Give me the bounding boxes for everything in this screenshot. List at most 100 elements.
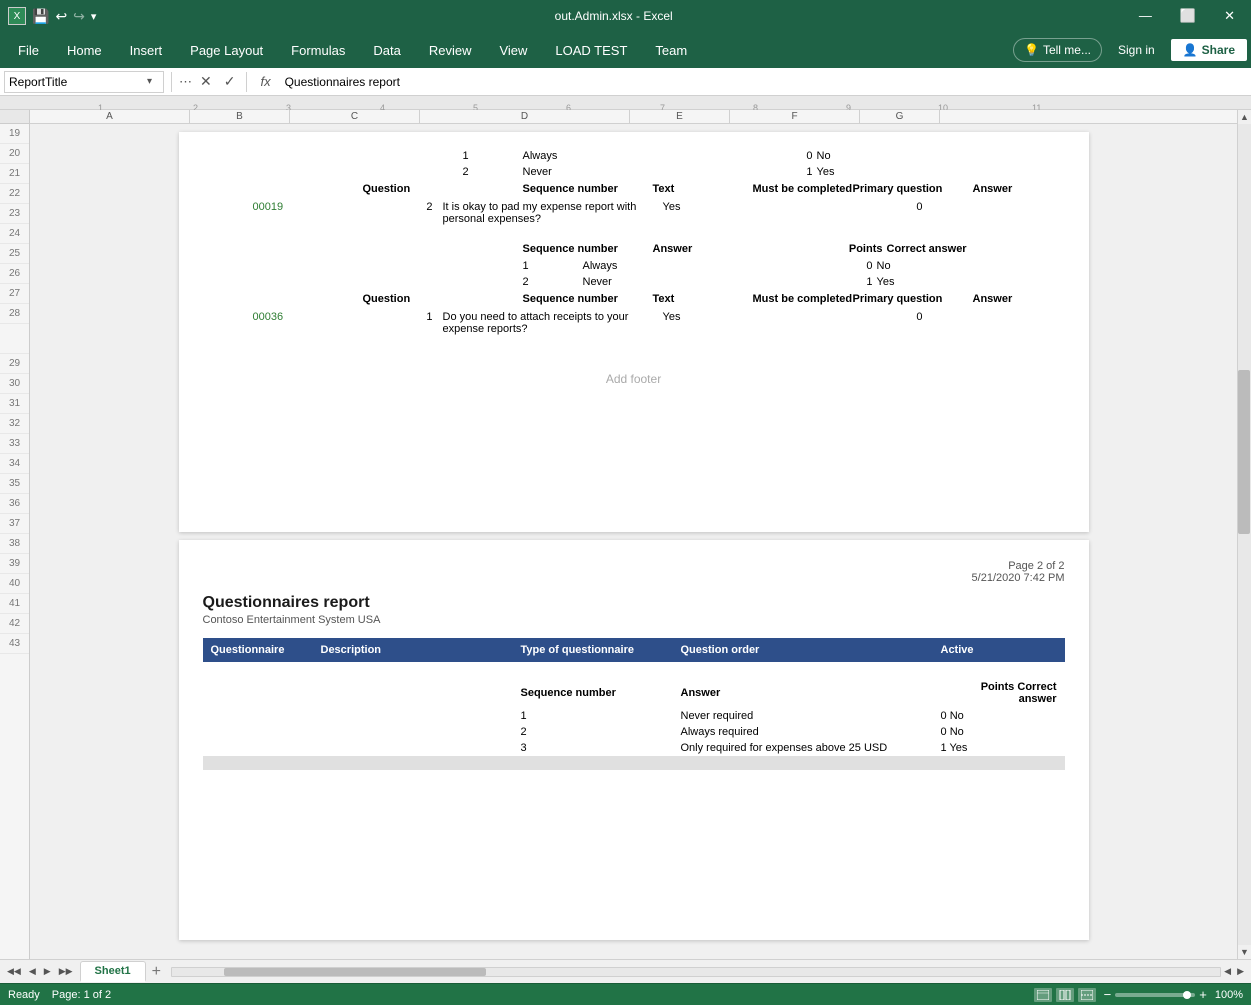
customize-icon[interactable]: ▾ [91, 10, 97, 23]
normal-view-icon[interactable] [1034, 988, 1052, 1002]
sheet-next-btn[interactable]: ▶ [41, 964, 54, 979]
menu-view[interactable]: View [485, 37, 541, 64]
sheet-prev-btn[interactable]: ◀ [26, 964, 39, 979]
lightbulb-icon: 💡 [1024, 43, 1039, 57]
cell-43 [203, 882, 1065, 896]
menu-load-test[interactable]: LOAD TEST [541, 37, 641, 64]
share-button[interactable]: 👤 Share [1171, 39, 1247, 61]
cell-b20 [363, 166, 463, 178]
status-ready: Ready [8, 989, 40, 1001]
scroll-thumb[interactable] [1238, 370, 1250, 534]
data-row-24-header: Sequence number Answer Points Correct an… [203, 240, 1065, 258]
confirm-formula-button[interactable]: ✓ [220, 73, 240, 90]
scroll-left-arrow[interactable]: ◀ [1221, 966, 1234, 977]
report-subtitle: Contoso Entertainment System USA [203, 614, 1065, 626]
th-question-order: Question order [673, 638, 933, 662]
grid-scroll[interactable]: A B C D E F G 1 Always 0 No 2 [30, 110, 1237, 959]
cell-31-a [203, 708, 513, 724]
tell-me-box[interactable]: 💡 Tell me... [1013, 38, 1102, 62]
cell-a21 [203, 183, 363, 195]
zoom-slider-thumb[interactable] [1183, 991, 1191, 999]
zoom-out-button[interactable]: − [1104, 987, 1112, 1002]
vertical-scrollbar[interactable]: ▲ ▼ [1237, 110, 1251, 959]
table-row-42 [203, 868, 1065, 882]
cell-g21: Answer [973, 183, 1033, 195]
sheet-last-btn[interactable]: ▶▶ [56, 964, 76, 979]
sign-in-button[interactable]: Sign in [1110, 39, 1163, 61]
menu-team[interactable]: Team [641, 37, 701, 64]
table-row-40 [203, 840, 1065, 854]
menu-file[interactable]: File [4, 37, 53, 64]
name-box[interactable]: ReportTitle [5, 71, 145, 93]
name-box-dropdown[interactable]: ▾ [147, 76, 152, 87]
row-24: 24 [0, 224, 29, 244]
row-20: 20 [0, 144, 29, 164]
cell-37 [203, 798, 1065, 812]
restore-button[interactable]: ⬜ [1172, 4, 1204, 28]
formula-bar-dots[interactable]: ⋯ [179, 74, 192, 90]
menu-data[interactable]: Data [359, 37, 414, 64]
col-d-header[interactable]: D [420, 110, 630, 123]
scroll-right-arrow[interactable]: ▶ [1234, 966, 1247, 977]
zoom-slider[interactable] [1115, 993, 1195, 997]
sheet-scroll-buttons: ◀◀ ◀ ▶ ▶▶ [0, 964, 80, 979]
col-f-header[interactable]: F [730, 110, 860, 123]
cell-e28: Yes [663, 311, 743, 337]
table-row-41 [203, 854, 1065, 868]
cell-d21: Text [653, 183, 753, 195]
page-info: Page 2 of 2 5/21/2020 7:42 PM [203, 560, 1065, 584]
menu-home[interactable]: Home [53, 37, 116, 64]
formula-bar: ReportTitle ▾ ⋯ ✕ ✓ fx [0, 68, 1251, 96]
table-row-36 [203, 784, 1065, 798]
horizontal-scrollbar[interactable] [171, 967, 1221, 977]
add-footer[interactable]: Add footer [203, 364, 1065, 394]
menu-insert[interactable]: Insert [116, 37, 177, 64]
ruler: 1 2 3 4 5 6 7 8 9 10 11 [0, 96, 1251, 110]
redo-icon[interactable]: ↪ [73, 8, 85, 25]
data-row-26: 2 Never 1 Yes [203, 274, 1065, 290]
menu-review[interactable]: Review [415, 37, 486, 64]
cell-33-a [203, 740, 513, 756]
menu-page-layout[interactable]: Page Layout [176, 37, 277, 64]
cell-c24: Sequence number [523, 243, 653, 255]
cell-d20: Never [523, 166, 733, 178]
zoom-in-button[interactable]: + [1199, 987, 1207, 1002]
table-row-39 [203, 826, 1065, 840]
horizontal-scroll-thumb[interactable] [224, 968, 486, 976]
sheet-tab-sheet1[interactable]: Sheet1 [80, 961, 146, 982]
cell-b22: 00019 [253, 201, 373, 227]
formula-bar-separator-2 [246, 72, 247, 92]
menu-formulas[interactable]: Formulas [277, 37, 359, 64]
cell-d28: Do you need to attach receipts to your e… [443, 311, 663, 337]
col-a-header[interactable]: A [30, 110, 190, 123]
col-g-header[interactable]: G [860, 110, 940, 123]
title-bar-controls: — ⬜ ✕ [1131, 4, 1243, 28]
scroll-track[interactable] [1238, 124, 1251, 945]
row-23: 23 [0, 204, 29, 224]
page-layout-view-icon[interactable] [1056, 988, 1074, 1002]
th-questionnaire: Questionnaire [203, 638, 313, 662]
cell-row34 [203, 756, 1065, 770]
col-b-header[interactable]: B [190, 110, 290, 123]
report-title: Questionnaires report [203, 594, 1065, 612]
save-icon[interactable]: 💾 [32, 8, 49, 25]
cell-b26 [363, 276, 523, 288]
add-sheet-button[interactable]: + [146, 963, 167, 981]
cell-b21: Question [363, 183, 523, 195]
undo-icon[interactable]: ↩ [55, 8, 67, 25]
cell-f25: No [873, 260, 1003, 272]
cell-c26: 2 [523, 276, 583, 288]
close-button[interactable]: ✕ [1216, 4, 1243, 28]
col-c-header[interactable]: C [290, 110, 420, 123]
formula-input[interactable] [281, 75, 1247, 89]
scroll-down-button[interactable]: ▼ [1238, 945, 1251, 959]
page-break-view-icon[interactable] [1078, 988, 1096, 1002]
col-e-header[interactable]: E [630, 110, 730, 123]
minimize-button[interactable]: — [1131, 4, 1160, 28]
horizontal-scrollbar-area: ◀ ▶ [167, 966, 1251, 977]
cell-a20 [203, 166, 363, 178]
cell-32-a [203, 724, 513, 740]
sheet-first-btn[interactable]: ◀◀ [4, 964, 24, 979]
scroll-up-button[interactable]: ▲ [1238, 110, 1251, 124]
cancel-formula-button[interactable]: ✕ [196, 73, 216, 90]
